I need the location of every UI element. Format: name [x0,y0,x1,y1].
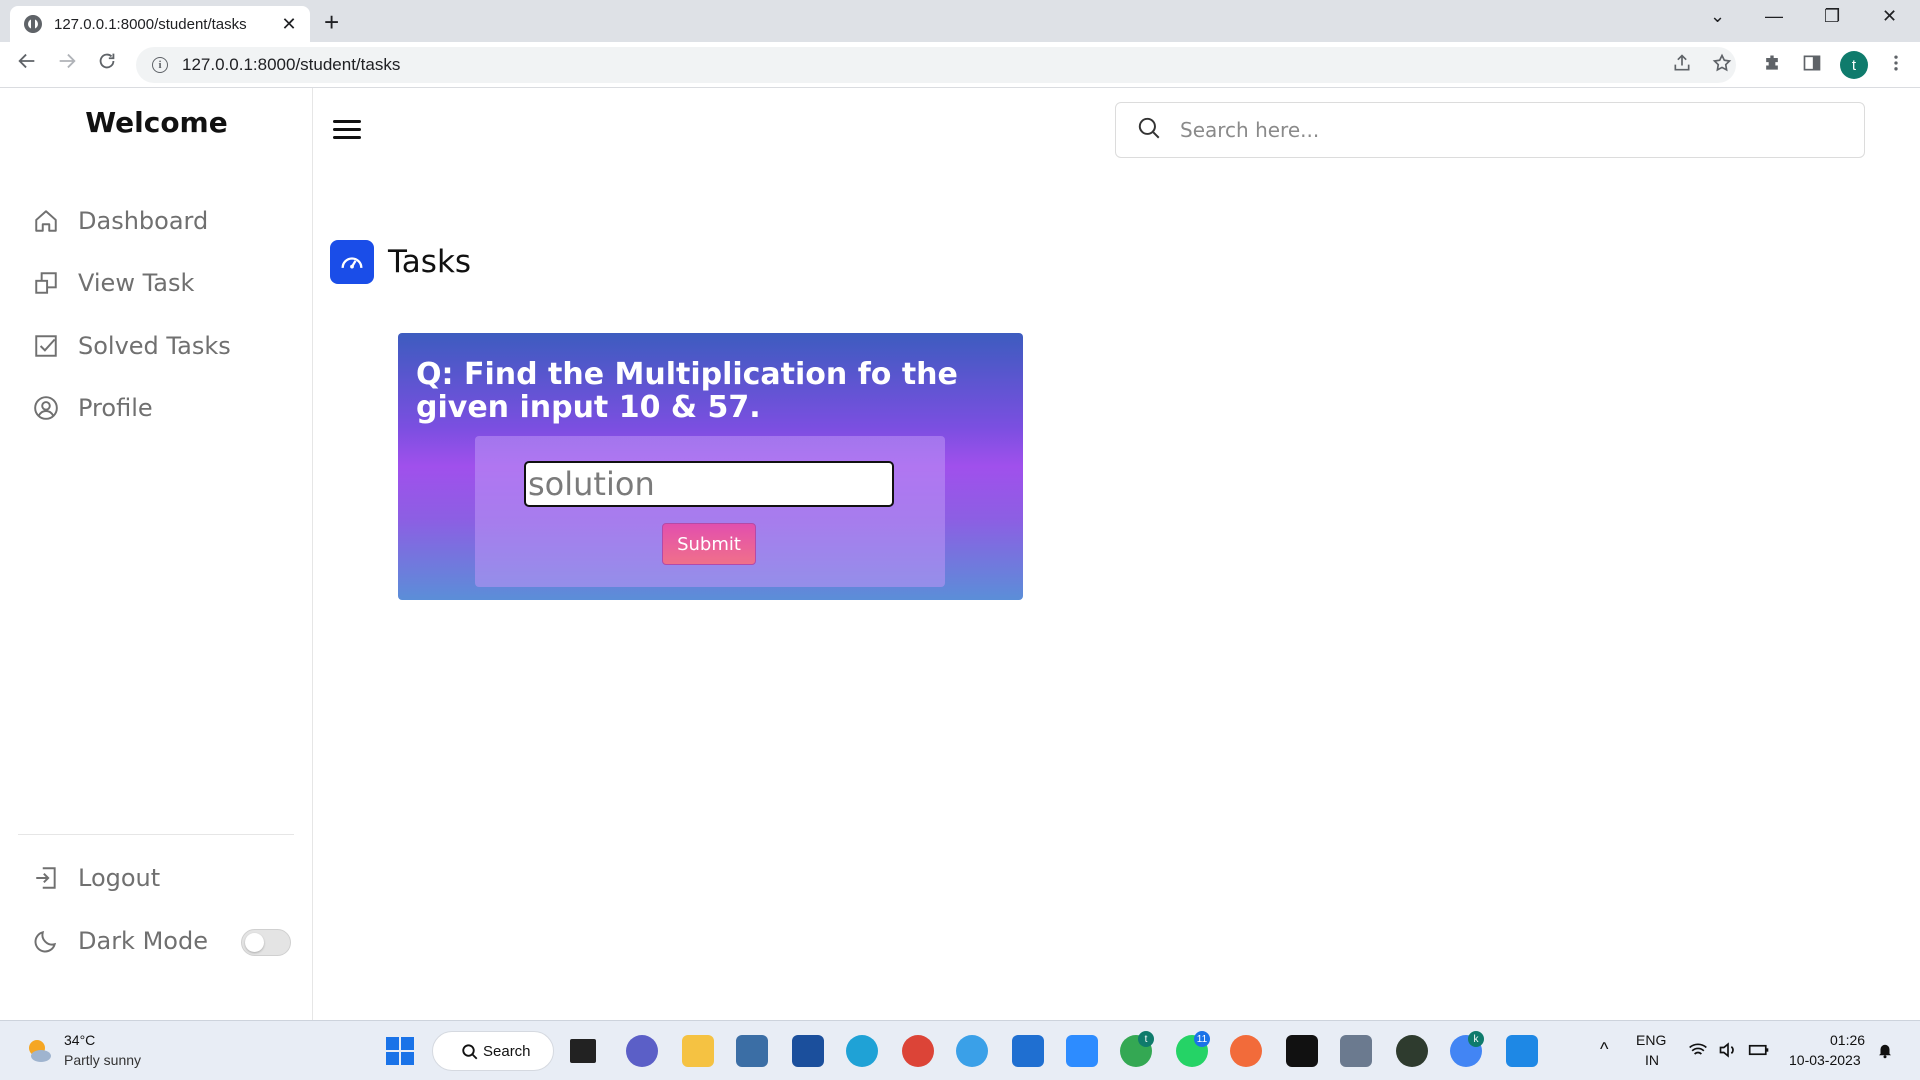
store-icon[interactable] [792,1035,824,1067]
compass-app-icon[interactable] [1230,1035,1262,1067]
partly-sunny-icon[interactable] [24,1035,54,1065]
notification-bell-icon[interactable] [1876,1041,1894,1059]
database-app-icon[interactable] [736,1035,768,1067]
browser-toolbar: i 127.0.0.1:8000/student/tasks t [0,42,1920,88]
moon-icon [32,927,60,955]
search-icon [461,1043,479,1065]
side-panel-icon[interactable] [1802,53,1822,78]
extensions-icon[interactable] [1762,53,1782,78]
task-card: Q: Find the Multiplication fo the given … [398,333,1023,600]
page-title: Tasks [388,244,472,280]
site-info-icon[interactable]: i [152,57,168,73]
whatsapp-badge: 11 [1194,1031,1210,1047]
taskbar-search-label: Search [483,1042,531,1060]
edge-icon[interactable] [846,1035,878,1067]
address-bar[interactable]: i 127.0.0.1:8000/student/tasks [136,47,1736,83]
sidebar-item-label: Dashboard [78,207,209,235]
pycharm-icon[interactable] [1286,1035,1318,1067]
minimize-button[interactable]: — [1765,6,1783,27]
tab-close-icon[interactable]: ✕ [278,14,300,35]
logout-icon [32,864,60,892]
zoom-icon[interactable] [1066,1035,1098,1067]
browser-tabstrip: 127.0.0.1:8000/student/tasks ✕ + ⌄ — ❐ ✕ [0,0,1920,42]
answer-panel: Submit [475,436,945,587]
home-icon [32,207,60,235]
weather-desc: Partly sunny [64,1052,142,1068]
file-explorer-icon[interactable] [682,1035,714,1067]
dark-mode-toggle[interactable] [241,929,291,956]
hs-app-icon[interactable] [1396,1035,1428,1067]
arrow-left-icon [18,53,35,69]
bookmark-star-icon[interactable] [1712,53,1732,78]
notification-badge: k [1468,1031,1484,1047]
copy-icon [32,269,60,297]
restore-button[interactable]: ❐ [1824,6,1840,27]
dark-mode-label: Dark Mode [78,927,208,955]
reload-button[interactable] [96,50,118,78]
sidebar-item-view-task[interactable]: View Task [32,263,194,303]
windows-taskbar: 34°C Partly sunny Search t 11 k ^ ENG IN… [0,1020,1920,1080]
sidebar-item-solved-tasks[interactable]: Solved Tasks [32,326,231,366]
dark-mode-row: Dark Mode [32,921,208,961]
language-region: IN [1645,1052,1659,1068]
sidebar-divider [18,834,294,835]
arrow-right-icon [59,53,76,69]
language-indicator[interactable]: ENG [1636,1032,1666,1048]
kebab-menu-icon[interactable] [1886,53,1906,78]
solution-input[interactable] [524,461,894,507]
battery-icon[interactable] [1748,1041,1770,1059]
search-input[interactable] [1180,118,1820,142]
back-button[interactable] [16,50,38,78]
volume-icon[interactable] [1718,1041,1738,1059]
calculator-icon[interactable] [1340,1035,1372,1067]
url-text: 127.0.0.1:8000/student/tasks [182,55,401,74]
globe-icon [24,15,42,33]
search-icon [1136,115,1162,145]
toggle-knob [245,933,264,952]
tab-title: 127.0.0.1:8000/student/tasks [54,15,247,33]
user-circle-icon [32,394,60,422]
chat-icon[interactable] [626,1035,658,1067]
windows-start-icon[interactable] [384,1035,416,1067]
profile-avatar[interactable]: t [1840,51,1868,79]
sidebar-brand: Welcome [85,106,228,139]
vscode-icon[interactable] [1506,1035,1538,1067]
task-view-icon[interactable] [570,1039,596,1063]
tray-chevron-icon[interactable]: ^ [1600,1039,1608,1060]
sidebar-item-label: Profile [78,394,153,422]
remote-app-icon[interactable] [1012,1035,1044,1067]
reload-icon [99,53,115,69]
new-tab-button[interactable]: + [324,7,339,38]
hamburger-menu-icon[interactable] [333,120,361,140]
clock-date: 10-03-2023 [1789,1052,1861,1068]
taskbar-search[interactable]: Search [432,1031,554,1071]
logout-button[interactable]: Logout [32,858,160,898]
speedometer-icon [330,240,374,284]
close-window-button[interactable]: ✕ [1882,6,1897,27]
logout-label: Logout [78,864,161,892]
sidebar-item-profile[interactable]: Profile [32,388,153,428]
browser-tab[interactable]: 127.0.0.1:8000/student/tasks ✕ [10,6,310,42]
sidebar-item-dashboard[interactable]: Dashboard [32,201,208,241]
check-square-icon [32,332,60,360]
submit-button[interactable]: Submit [662,523,756,565]
clock-time[interactable]: 01:26 [1830,1032,1865,1048]
chrome-icon[interactable] [902,1035,934,1067]
share-icon[interactable] [1672,53,1692,78]
sidebar: Welcome Dashboard View Task Solved Tasks… [0,88,313,1020]
page-header: Tasks [330,240,471,284]
tab-search-icon[interactable]: ⌄ [1710,6,1725,27]
sidebar-item-label: View Task [78,269,195,297]
notification-badge: t [1138,1031,1154,1047]
help-icon[interactable] [956,1035,988,1067]
task-question: Q: Find the Multiplication fo the given … [416,357,958,425]
sidebar-item-label: Solved Tasks [78,332,231,360]
wifi-icon[interactable] [1688,1041,1708,1059]
forward-button[interactable] [56,50,78,78]
search-bar [1115,102,1865,158]
weather-temp: 34°C [64,1032,96,1048]
